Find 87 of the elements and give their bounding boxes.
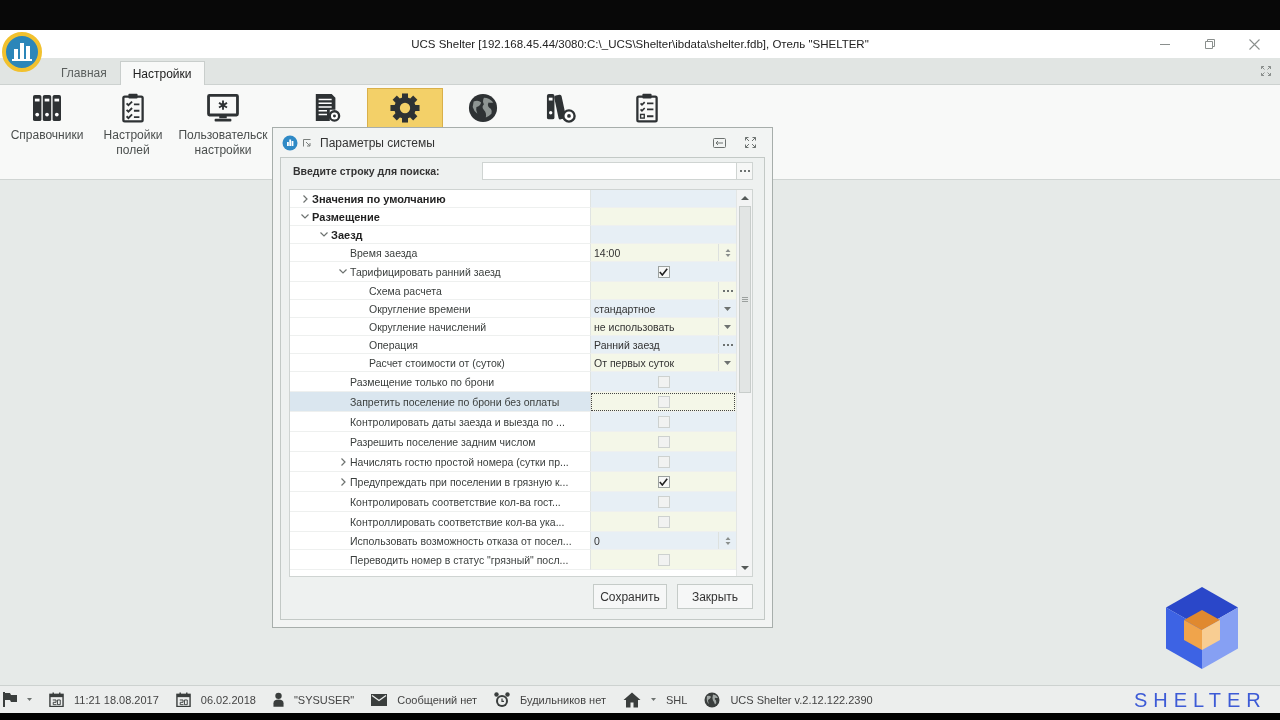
- restore-icon: [1204, 39, 1215, 49]
- globe-icon: [468, 93, 498, 123]
- brand-logo-text: SHELTER: [1134, 688, 1267, 712]
- corner-arrows-icon[interactable]: [1261, 66, 1271, 76]
- box-arrow-icon[interactable]: [713, 137, 726, 148]
- envelope-icon: [371, 693, 388, 706]
- search-field[interactable]: [482, 162, 737, 180]
- dialog-title: Параметры системы: [320, 135, 435, 150]
- caret-icon: [27, 698, 32, 701]
- alarm-clock-icon: [494, 691, 511, 708]
- ribbon-button[interactable]: [367, 88, 443, 129]
- checkbox[interactable]: [657, 395, 670, 408]
- document-gear-icon: [313, 93, 341, 123]
- clipboard-check-icon: [122, 93, 144, 123]
- chevron-right-icon[interactable]: [340, 457, 346, 466]
- globe-icon: [704, 691, 721, 708]
- ribbon-button[interactable]: Справочники: [6, 88, 88, 148]
- flag-icon: [3, 692, 17, 707]
- caret-icon[interactable]: [650, 698, 656, 701]
- chevron-down-icon[interactable]: [301, 214, 309, 219]
- dropdown-caret-icon[interactable]: [724, 306, 731, 311]
- checkbox[interactable]: [657, 455, 670, 468]
- dialog-button[interactable]: Закрыть: [677, 584, 753, 609]
- dropdown-field[interactable]: не использовать: [590, 318, 736, 336]
- monitor-star-icon: [207, 94, 239, 122]
- picker-field[interactable]: [590, 282, 736, 300]
- checkbox[interactable]: [657, 475, 670, 488]
- status-text: Будильников нет: [520, 693, 606, 706]
- spin-arrows-icon[interactable]: [724, 247, 731, 258]
- status-text: 06.02.2018: [200, 693, 256, 706]
- home-icon[interactable]: [622, 691, 641, 708]
- ellipsis-icon[interactable]: [722, 289, 733, 292]
- dialog-button[interactable]: Сохранить: [593, 584, 667, 609]
- status-text: 11:21 18.08.2017: [74, 693, 159, 706]
- checkbox[interactable]: [657, 375, 670, 388]
- flag-menu-button[interactable]: [3, 692, 32, 707]
- calendar-icon: [49, 692, 64, 707]
- grip-lines-icon: [741, 297, 748, 302]
- search-label: Введите строку для поиска:: [292, 165, 441, 177]
- gear-icon: [390, 93, 420, 123]
- chevron-right-icon[interactable]: [340, 477, 346, 486]
- chevron-right-icon[interactable]: [302, 194, 308, 203]
- status-text: SHL: [665, 693, 688, 706]
- dropdown-caret-icon[interactable]: [724, 324, 731, 329]
- dropdown-field[interactable]: От первых суток: [590, 354, 736, 372]
- binders-gear-icon: [546, 93, 576, 123]
- checkmark-icon: [659, 477, 668, 486]
- clipboard-list-icon: [636, 93, 658, 123]
- dropdown-caret-icon[interactable]: [724, 360, 731, 365]
- app-logo-icon: [282, 134, 298, 151]
- scrollbar-thumb[interactable]: [738, 206, 751, 393]
- tab[interactable]: Главная: [48, 61, 120, 84]
- checkbox[interactable]: [657, 515, 670, 528]
- property-name[interactable]: Запретить поселение по брони без оплаты: [290, 392, 590, 412]
- dropdown-field[interactable]: стандартное: [590, 300, 736, 318]
- checkbox[interactable]: [657, 435, 670, 448]
- ribbon-button[interactable]: Пользовательск настройки: [174, 88, 272, 163]
- window-title: UCS Shelter [192.168.45.44/3080:C:\_UCS\Shelter\ibdata\shelter.fdb], Отель "SHELTER": [410, 38, 870, 50]
- calendar-icon: [175, 692, 191, 707]
- checkbox[interactable]: [657, 495, 670, 508]
- checkmark-icon: [659, 267, 668, 276]
- ellipsis-button[interactable]: [737, 162, 753, 180]
- status-text: UCS Shelter v.2.12.122.2390: [730, 693, 873, 706]
- binders-icon: [32, 94, 62, 122]
- spin-field[interactable]: 14:00: [590, 244, 736, 262]
- checkbox[interactable]: [657, 553, 670, 566]
- checkbox[interactable]: [657, 265, 670, 278]
- scroll-up-icon[interactable]: [740, 196, 749, 200]
- minimize-icon: [1159, 43, 1170, 45]
- ribbon-button[interactable]: Настройки полей: [98, 88, 168, 163]
- chevron-down-icon[interactable]: [320, 232, 328, 237]
- expand-arrows-icon[interactable]: [745, 137, 756, 148]
- spin-field[interactable]: 0: [590, 532, 736, 550]
- corner-arrow-icon[interactable]: [303, 138, 311, 147]
- app-logo-icon[interactable]: [2, 32, 42, 72]
- tab[interactable]: Настройки: [119, 61, 205, 85]
- scroll-down-icon[interactable]: [740, 566, 749, 570]
- checkbox[interactable]: [657, 415, 670, 428]
- spin-arrows-icon[interactable]: [724, 535, 731, 546]
- person-icon: [272, 692, 284, 707]
- chevron-down-icon[interactable]: [339, 269, 347, 274]
- ellipsis-icon[interactable]: [722, 343, 733, 346]
- status-text: Сообщений нет: [397, 693, 478, 706]
- cube-logo-icon: [1165, 586, 1239, 670]
- status-text: "SYSUSER": [293, 693, 355, 706]
- picker-field[interactable]: Ранний заезд: [590, 336, 736, 354]
- close-icon: [1249, 38, 1260, 50]
